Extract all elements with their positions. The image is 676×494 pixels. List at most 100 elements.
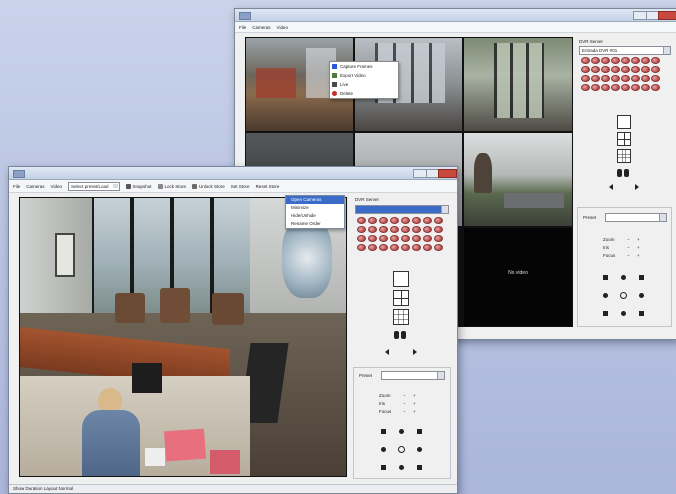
camera-button[interactable] — [641, 84, 650, 91]
camera-button[interactable] — [611, 57, 620, 64]
ptz-up-left-button[interactable] — [603, 275, 608, 280]
camera-button[interactable] — [423, 244, 432, 251]
menu-item-export-video[interactable]: Export Video — [330, 71, 398, 80]
layout-quad-icon[interactable] — [617, 132, 631, 146]
camera-tile[interactable] — [463, 132, 573, 227]
binoculars-icon[interactable] — [394, 329, 406, 339]
chevron-down-icon[interactable] — [659, 214, 666, 221]
camera-button[interactable] — [401, 244, 410, 251]
camera-button[interactable] — [591, 57, 600, 64]
ptz-right-button[interactable] — [639, 293, 644, 298]
camera-button[interactable] — [641, 75, 650, 82]
preset-select[interactable] — [381, 371, 445, 380]
focus-minus[interactable]: − — [403, 409, 406, 414]
camera-button[interactable] — [601, 75, 610, 82]
menu-video[interactable]: Video — [277, 25, 288, 30]
chevron-down-icon[interactable] — [437, 372, 444, 379]
arrow-right-icon[interactable] — [635, 184, 639, 190]
camera-button[interactable] — [621, 84, 630, 91]
camera-button[interactable] — [379, 235, 388, 242]
layout-nine-icon[interactable] — [393, 309, 409, 325]
focus-plus[interactable]: + — [637, 253, 640, 258]
camera-button[interactable] — [357, 226, 366, 233]
camera-button[interactable] — [621, 75, 630, 82]
camera-button[interactable] — [423, 226, 432, 233]
camera-button[interactable] — [390, 226, 399, 233]
iris-plus[interactable]: + — [637, 245, 640, 250]
camera-button[interactable] — [423, 235, 432, 242]
camera-button[interactable] — [611, 66, 620, 73]
ptz-down-button[interactable] — [621, 311, 626, 316]
menu-item-capture-frames[interactable]: Capture Frames — [330, 62, 398, 71]
ptz-down-left-button[interactable] — [381, 465, 386, 470]
camera-button[interactable] — [390, 244, 399, 251]
menu-cameras[interactable]: Cameras — [26, 184, 44, 189]
camera-button[interactable] — [412, 235, 421, 242]
ptz-up-button[interactable] — [621, 275, 626, 280]
ptz-up-right-button[interactable] — [639, 275, 644, 280]
front-titlebar[interactable] — [9, 167, 457, 180]
camera-button[interactable] — [379, 217, 388, 224]
menu-item-delete[interactable]: Delete — [330, 89, 398, 98]
iris-minus[interactable]: − — [403, 401, 406, 406]
camera-button[interactable] — [434, 226, 443, 233]
ptz-down-right-button[interactable] — [639, 311, 644, 316]
ptz-down-right-button[interactable] — [417, 465, 422, 470]
camera-button[interactable] — [581, 66, 590, 73]
ptz-left-button[interactable] — [603, 293, 608, 298]
camera-button[interactable] — [601, 84, 610, 91]
focus-plus[interactable]: + — [413, 409, 416, 414]
menu-item-open-cameras[interactable]: Open Cameras — [286, 196, 344, 204]
layout-single-icon[interactable] — [393, 271, 409, 287]
preset-combo[interactable]: Select preset/Load — [67, 181, 120, 191]
camera-button[interactable] — [379, 226, 388, 233]
main-video-feed[interactable] — [19, 197, 347, 477]
camera-button[interactable] — [401, 217, 410, 224]
close-button[interactable] — [658, 11, 676, 20]
camera-button[interactable] — [357, 217, 366, 224]
dvr-select[interactable] — [355, 205, 449, 214]
camera-button[interactable] — [591, 84, 600, 91]
camera-button[interactable] — [390, 217, 399, 224]
camera-button[interactable] — [412, 217, 421, 224]
back-titlebar[interactable] — [235, 9, 676, 22]
layout-nine-icon[interactable] — [617, 149, 631, 163]
layout-single-icon[interactable] — [617, 115, 631, 129]
ptz-up-right-button[interactable] — [417, 429, 422, 434]
camera-button[interactable] — [651, 75, 660, 82]
menu-cameras[interactable]: Cameras — [252, 25, 270, 30]
ptz-left-button[interactable] — [381, 447, 386, 452]
camera-button[interactable] — [631, 75, 640, 82]
ptz-right-button[interactable] — [417, 447, 422, 452]
unlock-store-button[interactable]: Unlock Store — [192, 183, 225, 189]
chevron-down-icon[interactable] — [663, 47, 670, 54]
dvr-select[interactable]: Entrada DVR #01 — [579, 46, 671, 55]
camera-button[interactable] — [611, 75, 620, 82]
camera-tile[interactable]: No video — [463, 227, 573, 327]
camera-button[interactable] — [591, 66, 600, 73]
ptz-home-button[interactable] — [398, 446, 405, 453]
camera-button[interactable] — [423, 217, 432, 224]
camera-button[interactable] — [651, 57, 660, 64]
preset-select[interactable] — [605, 213, 667, 222]
camera-button[interactable] — [631, 84, 640, 91]
ptz-up-button[interactable] — [399, 429, 404, 434]
menu-file[interactable]: File — [239, 25, 246, 30]
camera-button[interactable] — [631, 57, 640, 64]
reset-store-menu[interactable]: Reset Store — [256, 184, 280, 189]
snapshot-button[interactable]: Snapshot — [125, 183, 152, 189]
camera-button[interactable] — [357, 235, 366, 242]
camera-button[interactable] — [651, 84, 660, 91]
camera-button[interactable] — [591, 75, 600, 82]
camera-button[interactable] — [401, 226, 410, 233]
camera-button[interactable] — [379, 244, 388, 251]
ptz-up-left-button[interactable] — [381, 429, 386, 434]
arrow-left-icon[interactable] — [385, 349, 389, 355]
zoom-plus[interactable]: + — [413, 393, 416, 398]
arrow-left-icon[interactable] — [609, 184, 613, 190]
ptz-home-button[interactable] — [620, 292, 627, 299]
camera-button[interactable] — [390, 235, 399, 242]
binoculars-icon[interactable] — [617, 167, 629, 177]
zoom-minus[interactable]: − — [627, 237, 630, 242]
camera-button[interactable] — [401, 235, 410, 242]
